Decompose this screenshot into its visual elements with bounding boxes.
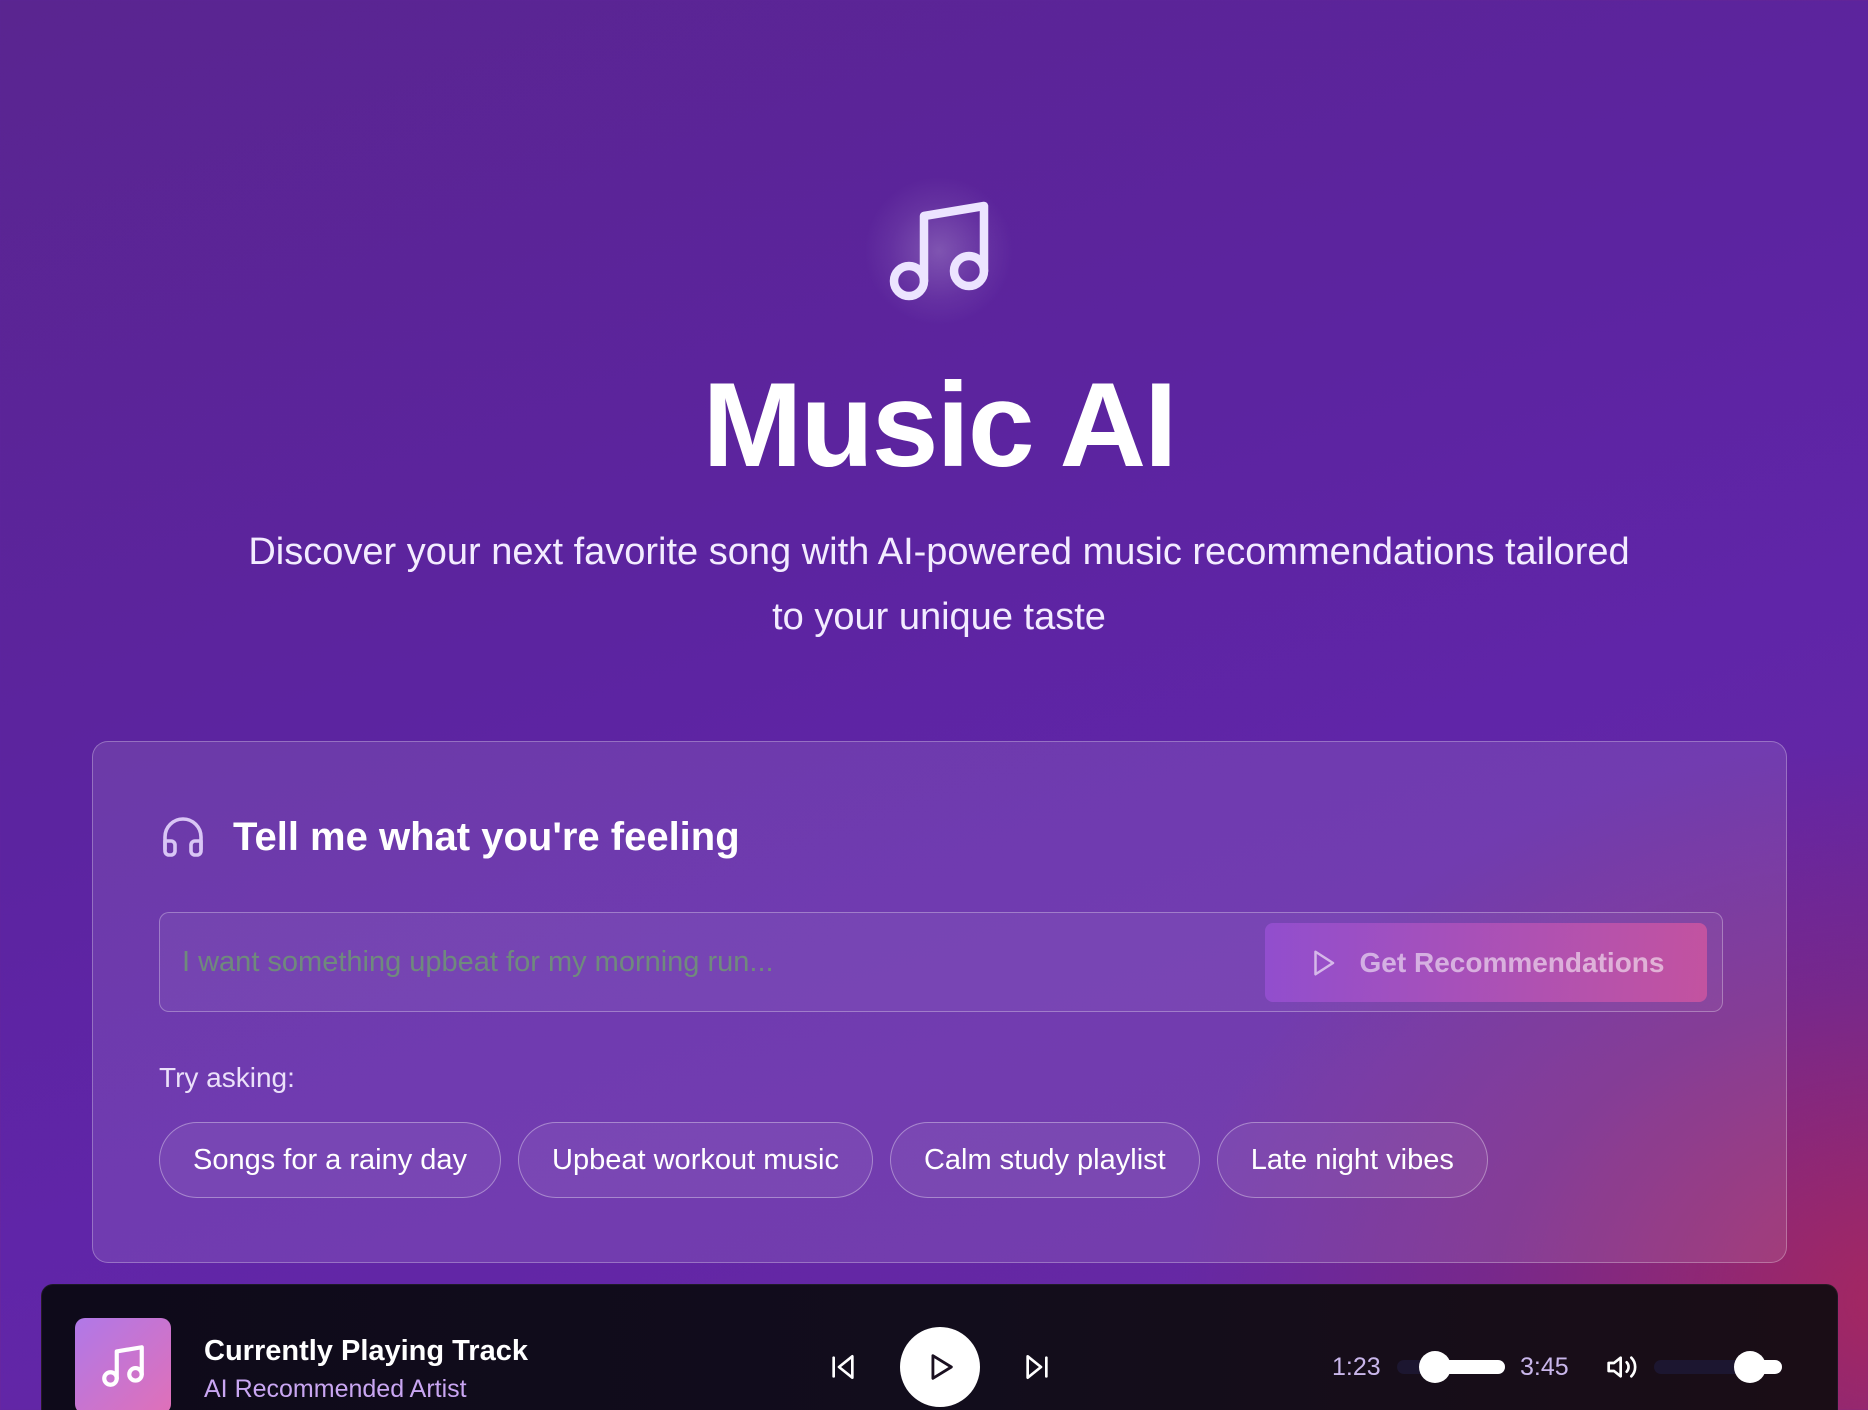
prompt-row: Get Recommendations <box>159 912 1723 1012</box>
music-note-icon <box>889 201 989 301</box>
play-icon <box>931 1354 953 1380</box>
total-time: 3:45 <box>1520 1353 1569 1381</box>
mood-input[interactable] <box>182 913 1242 1011</box>
suggestion-chip[interactable]: Late night vibes <box>1216 1122 1488 1198</box>
progress-knob[interactable] <box>1418 1351 1451 1383</box>
play-icon <box>1313 950 1334 975</box>
skip-forward-icon <box>1026 1355 1048 1379</box>
current-time: 1:23 <box>1332 1353 1381 1381</box>
get-recommendations-button[interactable]: Get Recommendations <box>1265 923 1707 1002</box>
hero-icon <box>864 176 1014 326</box>
suggestion-chip[interactable]: Calm study playlist <box>889 1122 1200 1198</box>
album-art <box>75 1318 171 1410</box>
volume-icon <box>1607 1356 1637 1378</box>
card-header: Tell me what you're feeling <box>159 812 740 862</box>
skip-back-icon <box>832 1355 854 1379</box>
suggestion-chip[interactable]: Upbeat workout music <box>518 1122 873 1198</box>
card-title: Tell me what you're feeling <box>233 814 740 859</box>
track-artist: AI Recommended Artist <box>204 1375 467 1403</box>
music-note-icon <box>102 1345 144 1387</box>
headphones-icon <box>163 817 203 857</box>
track-title: Currently Playing Track <box>204 1335 528 1367</box>
recommendation-card: Tell me what you're feeling Get Recommen… <box>92 741 1787 1263</box>
suggestion-chips: Songs for a rainy day Upbeat workout mus… <box>159 1122 1488 1198</box>
get-recommendations-label: Get Recommendations <box>1359 946 1665 978</box>
volume-button[interactable] <box>1602 1347 1642 1387</box>
volume-slider[interactable] <box>1654 1351 1782 1383</box>
progress-slider[interactable] <box>1397 1351 1505 1383</box>
page-title: Music AI <box>702 358 1178 492</box>
music-player-bar: Currently Playing Track AI Recommended A… <box>41 1284 1838 1410</box>
volume-knob[interactable] <box>1734 1351 1766 1383</box>
try-asking-label: Try asking: <box>159 1062 295 1093</box>
play-pause-button[interactable] <box>900 1327 980 1407</box>
previous-track-button[interactable] <box>823 1347 863 1387</box>
page-subtitle: Discover your next favorite song with AI… <box>248 531 1630 638</box>
next-track-button[interactable] <box>1017 1347 1057 1387</box>
suggestion-chip[interactable]: Songs for a rainy day <box>159 1122 502 1198</box>
